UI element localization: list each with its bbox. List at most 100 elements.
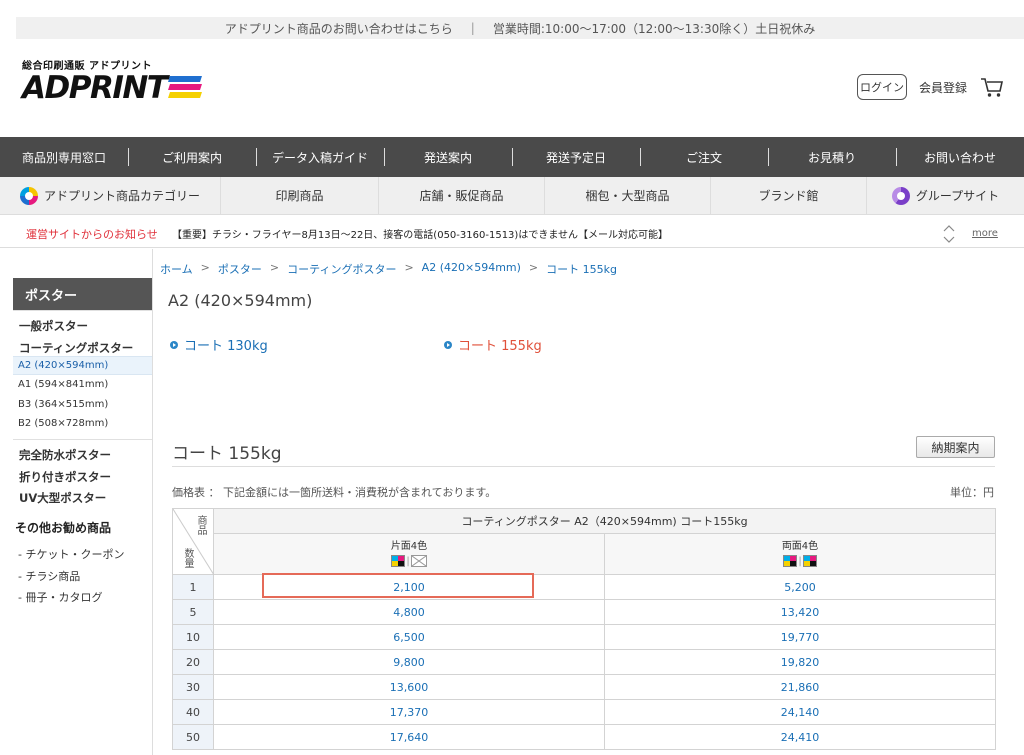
column-double-sided: 両面4色 | [603, 533, 997, 575]
register-link[interactable]: 会員登録 [919, 79, 967, 96]
sidebar-other-ticket[interactable]: - チケット・クーポン [18, 546, 124, 562]
sidebar-item-general-poster[interactable]: 一般ポスター [19, 318, 88, 334]
nav-category-label: アドプリント商品カテゴリー [43, 189, 200, 203]
price-note: 価格表 ： 下記金額には一箇所送料・消費税が含まれております。 [172, 486, 497, 499]
sidebar-item-coating-poster[interactable]: コーティングポスター [19, 340, 133, 356]
paper-option-130-label: コート 130kg [184, 339, 268, 354]
table-row: 50 17,640 24,410 [172, 724, 997, 750]
sidebar-other-booklet[interactable]: - 冊子・カタログ [18, 589, 102, 605]
notice-label: 運営サイトからのお知らせ [26, 227, 158, 241]
site-header: 総合印刷通販 アドプリント ADPRINT ログイン 会員登録 [0, 39, 1024, 137]
sidebar-other-title: その他お勧め商品 [15, 521, 112, 535]
price-cell-double[interactable]: 24,140 [603, 699, 997, 725]
page-title: A2 (420×594mm) [168, 291, 313, 310]
quantity-cell: 50 [172, 724, 214, 750]
sidebar-other-flyer[interactable]: - チラシ商品 [18, 568, 80, 584]
inquiry-link[interactable]: アドプリント商品のお問い合わせはこちら [225, 20, 453, 37]
breadcrumb-coating[interactable]: コーティングポスター [287, 261, 396, 277]
paper-option-155-label: コート 155kg [458, 339, 542, 354]
nav-packaging-products[interactable]: 梱包・大型商品 [544, 177, 710, 214]
sidebar-size-b2[interactable]: B2 (508×728mm) [18, 418, 108, 429]
cart-icon[interactable] [980, 76, 1004, 98]
nav-group-site[interactable]: グループサイト [866, 177, 1024, 214]
nav-brand[interactable]: ブランド館 [710, 177, 866, 214]
price-cell-double[interactable]: 19,820 [603, 649, 997, 675]
price-unit: 単位：円 [950, 486, 994, 499]
notice-message[interactable]: 【重要】チラシ・フライヤー8月13日〜22日、接客の電話(050-3160-15… [172, 226, 668, 241]
paper-option-155[interactable]: コート 155kg [444, 335, 542, 354]
column-double-label: 両面4色 [781, 541, 819, 552]
quantity-cell: 1 [172, 574, 214, 600]
cmyk-color-icon [391, 555, 406, 567]
notice-scroll-arrows-icon[interactable] [942, 223, 956, 245]
cmyk-color-icon [783, 555, 798, 567]
breadcrumb: ホーム > ポスター > コーティングポスター > A2 (420×594mm) > コ… [160, 261, 617, 277]
price-cell-single[interactable]: 9,800 [213, 649, 605, 675]
nav-item-data-guide[interactable]: データ入稿ガイド [256, 137, 384, 177]
notice-more-link[interactable]: more [972, 228, 998, 239]
logo-wordmark: ADPRINT [22, 70, 168, 106]
corner-quantity-label: 数量 [182, 548, 193, 568]
quantity-cell: 20 [172, 649, 214, 675]
nav-item-shipping-schedule[interactable]: 発送予定日 [512, 137, 640, 177]
breadcrumb-poster[interactable]: ポスター [218, 261, 262, 277]
section-title: コート 155kg [172, 444, 282, 464]
column-single-sided: 片面4色 | [213, 533, 605, 575]
nav-item-contact[interactable]: お問い合わせ [896, 137, 1024, 177]
price-cell-double[interactable]: 21,860 [603, 674, 997, 700]
quantity-cell: 40 [172, 699, 214, 725]
paper-option-130[interactable]: コート 130kg [170, 335, 268, 354]
nav-category[interactable]: アドプリント商品カテゴリー [0, 177, 220, 214]
nav-item-order[interactable]: ご注文 [640, 137, 768, 177]
price-cell-single[interactable]: 13,600 [213, 674, 605, 700]
nav-item-guide[interactable]: ご利用案内 [128, 137, 256, 177]
secondary-nav: アドプリント商品カテゴリー 印刷商品 店舗・販促商品 梱包・大型商品 ブランド館… [0, 177, 1024, 215]
logo-stripes-icon [168, 75, 203, 101]
login-button[interactable]: ログイン [857, 74, 907, 100]
quantity-cell: 10 [172, 624, 214, 650]
category-ring-icon [19, 186, 38, 205]
nav-group-label: グループサイト [915, 189, 1000, 203]
sidebar-size-a1[interactable]: A1 (594×841mm) [18, 379, 108, 390]
nav-item-estimate[interactable]: お見積り [768, 137, 896, 177]
corner-product-label: 商品 [195, 515, 206, 535]
price-cell-double[interactable]: 5,200 [603, 574, 997, 600]
cmyk-color-icon [802, 555, 817, 567]
sidebar: ポスター 一般ポスター コーティングポスター A2 (420×594mm) A1… [13, 249, 153, 755]
price-cell-single[interactable]: 17,640 [213, 724, 605, 750]
price-cell-single[interactable]: 6,500 [213, 624, 605, 650]
arrow-bullet-icon [444, 340, 452, 349]
nav-item-product-window[interactable]: 商品別専用窓口 [0, 137, 128, 177]
table-header: コーティングポスター A2（420×594mm) コート155kg [212, 508, 997, 534]
price-cell-single[interactable]: 4,800 [213, 599, 605, 625]
table-row: 5 4,800 13,420 [172, 599, 997, 625]
sidebar-title: ポスター [13, 278, 152, 310]
price-cell-double[interactable]: 13,420 [603, 599, 997, 625]
primary-nav: 商品別専用窓口 ご利用案内 データ入稿ガイド 発送案内 発送予定日 ご注文 お見… [0, 137, 1024, 177]
table-corner: 商品 数量 [172, 508, 214, 575]
sidebar-item-folded-poster[interactable]: 折り付きポスター [19, 469, 111, 485]
nav-item-shipping[interactable]: 発送案内 [384, 137, 512, 177]
price-cell-double[interactable]: 19,770 [603, 624, 997, 650]
breadcrumb-current[interactable]: コート 155kg [546, 261, 617, 277]
breadcrumb-size[interactable]: A2 (420×594mm) [422, 261, 521, 277]
site-logo[interactable]: 総合印刷通販 アドプリント ADPRINT [22, 57, 203, 106]
table-row: 1 2,100 5,200 [172, 574, 997, 600]
sidebar-size-b3[interactable]: B3 (364×515mm) [18, 399, 108, 410]
breadcrumb-home[interactable]: ホーム [160, 261, 193, 277]
nav-store-products[interactable]: 店舗・販促商品 [378, 177, 544, 214]
nav-print-products[interactable]: 印刷商品 [220, 177, 378, 214]
price-cell-double[interactable]: 24,410 [603, 724, 997, 750]
price-cell-single[interactable]: 2,100 [213, 574, 605, 600]
price-cell-single[interactable]: 17,370 [213, 699, 605, 725]
group-ring-icon [891, 186, 910, 205]
sidebar-item-waterproof-poster[interactable]: 完全防水ポスター [19, 447, 111, 463]
table-row: 40 17,370 24,140 [172, 699, 997, 725]
sidebar-size-a2[interactable]: A2 (420×594mm) [18, 360, 108, 371]
table-row: 30 13,600 21,860 [172, 674, 997, 700]
no-print-icon [410, 555, 427, 567]
sidebar-item-uv-poster[interactable]: UV大型ポスター [19, 490, 106, 506]
business-hours: 営業時間:10:00〜17:00（12:00〜13:30除く）土日祝休み [492, 21, 816, 36]
quantity-cell: 30 [172, 674, 214, 700]
delivery-info-button[interactable]: 納期案内 [916, 436, 995, 458]
